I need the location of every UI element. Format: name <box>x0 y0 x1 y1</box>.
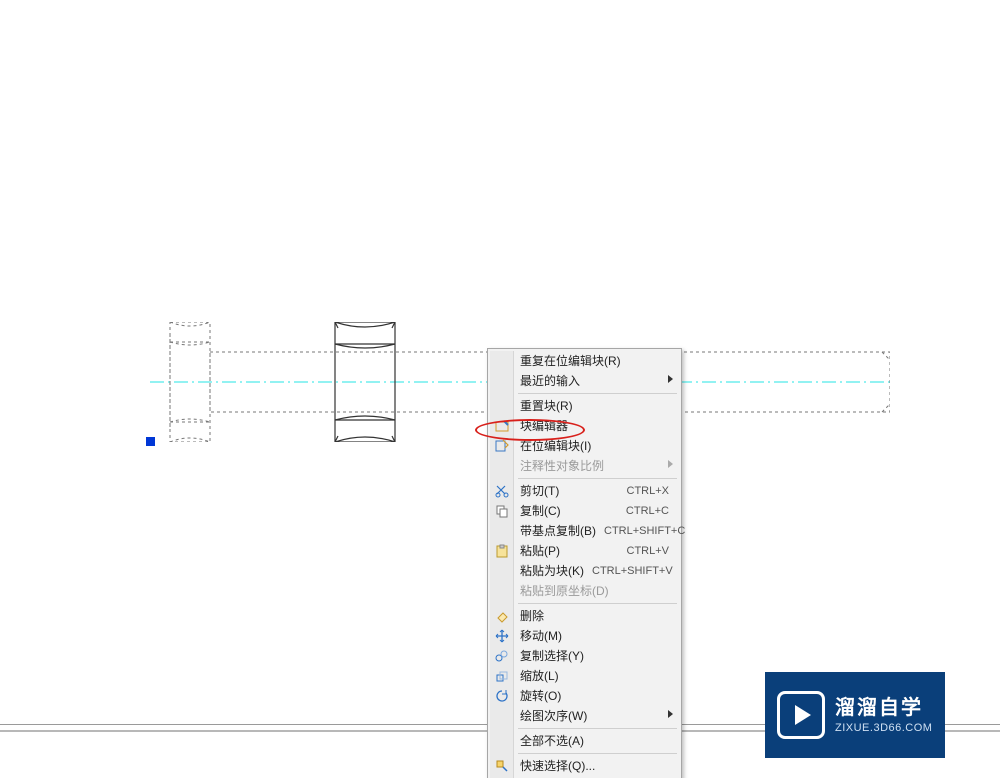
menu-copy[interactable]: 复制(C) CTRL+C <box>490 501 679 521</box>
menu-separator <box>518 603 677 604</box>
context-menu: 重复在位编辑块(R) 最近的输入 重置块(R) 块编辑器 在位编辑块(I) 注释… <box>487 348 682 778</box>
menu-label: 复制(C) <box>520 501 618 521</box>
menu-recent-input[interactable]: 最近的输入 <box>490 371 679 391</box>
menu-edit-block-in-place[interactable]: 在位编辑块(I) <box>490 436 679 456</box>
quick-select-icon <box>494 758 510 774</box>
move-icon <box>494 628 510 644</box>
menu-copy-selection[interactable]: 复制选择(Y) <box>490 646 679 666</box>
menu-reset-block[interactable]: 重置块(R) <box>490 396 679 416</box>
scissors-icon <box>494 483 510 499</box>
menu-label: 粘贴为块(K) <box>520 561 584 581</box>
menu-draw-order[interactable]: 绘图次序(W) <box>490 706 679 726</box>
menu-copy-with-base-point[interactable]: 带基点复制(B) CTRL+SHIFT+C <box>490 521 679 541</box>
menu-separator <box>518 728 677 729</box>
menu-paste-original-coord: 粘贴到原坐标(D) <box>490 581 679 601</box>
menu-delete[interactable]: 删除 <box>490 606 679 626</box>
menu-separator <box>518 393 677 394</box>
menu-label: 复制选择(Y) <box>520 646 669 666</box>
menu-shortcut: CTRL+C <box>626 501 669 521</box>
menu-label: 块编辑器 <box>520 416 669 436</box>
menu-label: 全部不选(A) <box>520 731 669 751</box>
menu-repeat-edit-block[interactable]: 重复在位编辑块(R) <box>490 351 679 371</box>
submenu-arrow-icon <box>668 460 673 468</box>
menu-label: 删除 <box>520 606 669 626</box>
menu-paste[interactable]: 粘贴(P) CTRL+V <box>490 541 679 561</box>
menu-scale[interactable]: 缩放(L) <box>490 666 679 686</box>
menu-shortcut: CTRL+V <box>627 541 670 561</box>
submenu-arrow-icon <box>668 375 673 383</box>
edit-in-place-icon <box>494 438 510 454</box>
watermark-badge: 溜溜自学 ZIXUE.3D66.COM <box>765 672 945 758</box>
paste-icon <box>494 543 510 559</box>
menu-deselect-all[interactable]: 全部不选(A) <box>490 731 679 751</box>
menu-label: 重置块(R) <box>520 396 669 416</box>
menu-annotative-scale: 注释性对象比例 <box>490 456 679 476</box>
selection-grip[interactable] <box>146 437 155 446</box>
submenu-arrow-icon <box>668 710 673 718</box>
menu-shortcut: CTRL+X <box>627 481 670 501</box>
scale-icon <box>494 668 510 684</box>
copy-icon <box>494 503 510 519</box>
menu-label: 剪切(T) <box>520 481 619 501</box>
menu-label: 绘图次序(W) <box>520 706 669 726</box>
play-logo-icon <box>777 691 825 739</box>
rotate-icon <box>494 688 510 704</box>
menu-separator <box>518 753 677 754</box>
block-editor-icon <box>494 418 510 434</box>
menu-rotate[interactable]: 旋转(O) <box>490 686 679 706</box>
menu-label: 旋转(O) <box>520 686 669 706</box>
menu-separator <box>518 478 677 479</box>
menu-shortcut: CTRL+SHIFT+C <box>604 521 685 541</box>
menu-label: 重复在位编辑块(R) <box>520 351 669 371</box>
menu-paste-as-block[interactable]: 粘贴为块(K) CTRL+SHIFT+V <box>490 561 679 581</box>
menu-quick-select[interactable]: 快速选择(Q)... <box>490 756 679 776</box>
eraser-icon <box>494 608 510 624</box>
menu-block-editor[interactable]: 块编辑器 <box>490 416 679 436</box>
menu-label: 缩放(L) <box>520 666 669 686</box>
menu-label: 带基点复制(B) <box>520 521 596 541</box>
menu-label: 在位编辑块(I) <box>520 436 669 456</box>
menu-label: 最近的输入 <box>520 371 669 391</box>
menu-move[interactable]: 移动(M) <box>490 626 679 646</box>
menu-label: 注释性对象比例 <box>520 456 669 476</box>
menu-label: 粘贴(P) <box>520 541 619 561</box>
brand-title: 溜溜自学 <box>835 695 932 721</box>
menu-label: 移动(M) <box>520 626 669 646</box>
menu-cut[interactable]: 剪切(T) CTRL+X <box>490 481 679 501</box>
menu-label: 快速选择(Q)... <box>520 756 669 776</box>
menu-shortcut: CTRL+SHIFT+V <box>592 561 673 581</box>
copy-selection-icon <box>494 648 510 664</box>
menu-label: 粘贴到原坐标(D) <box>520 581 669 601</box>
brand-url: ZIXUE.3D66.COM <box>835 721 932 735</box>
